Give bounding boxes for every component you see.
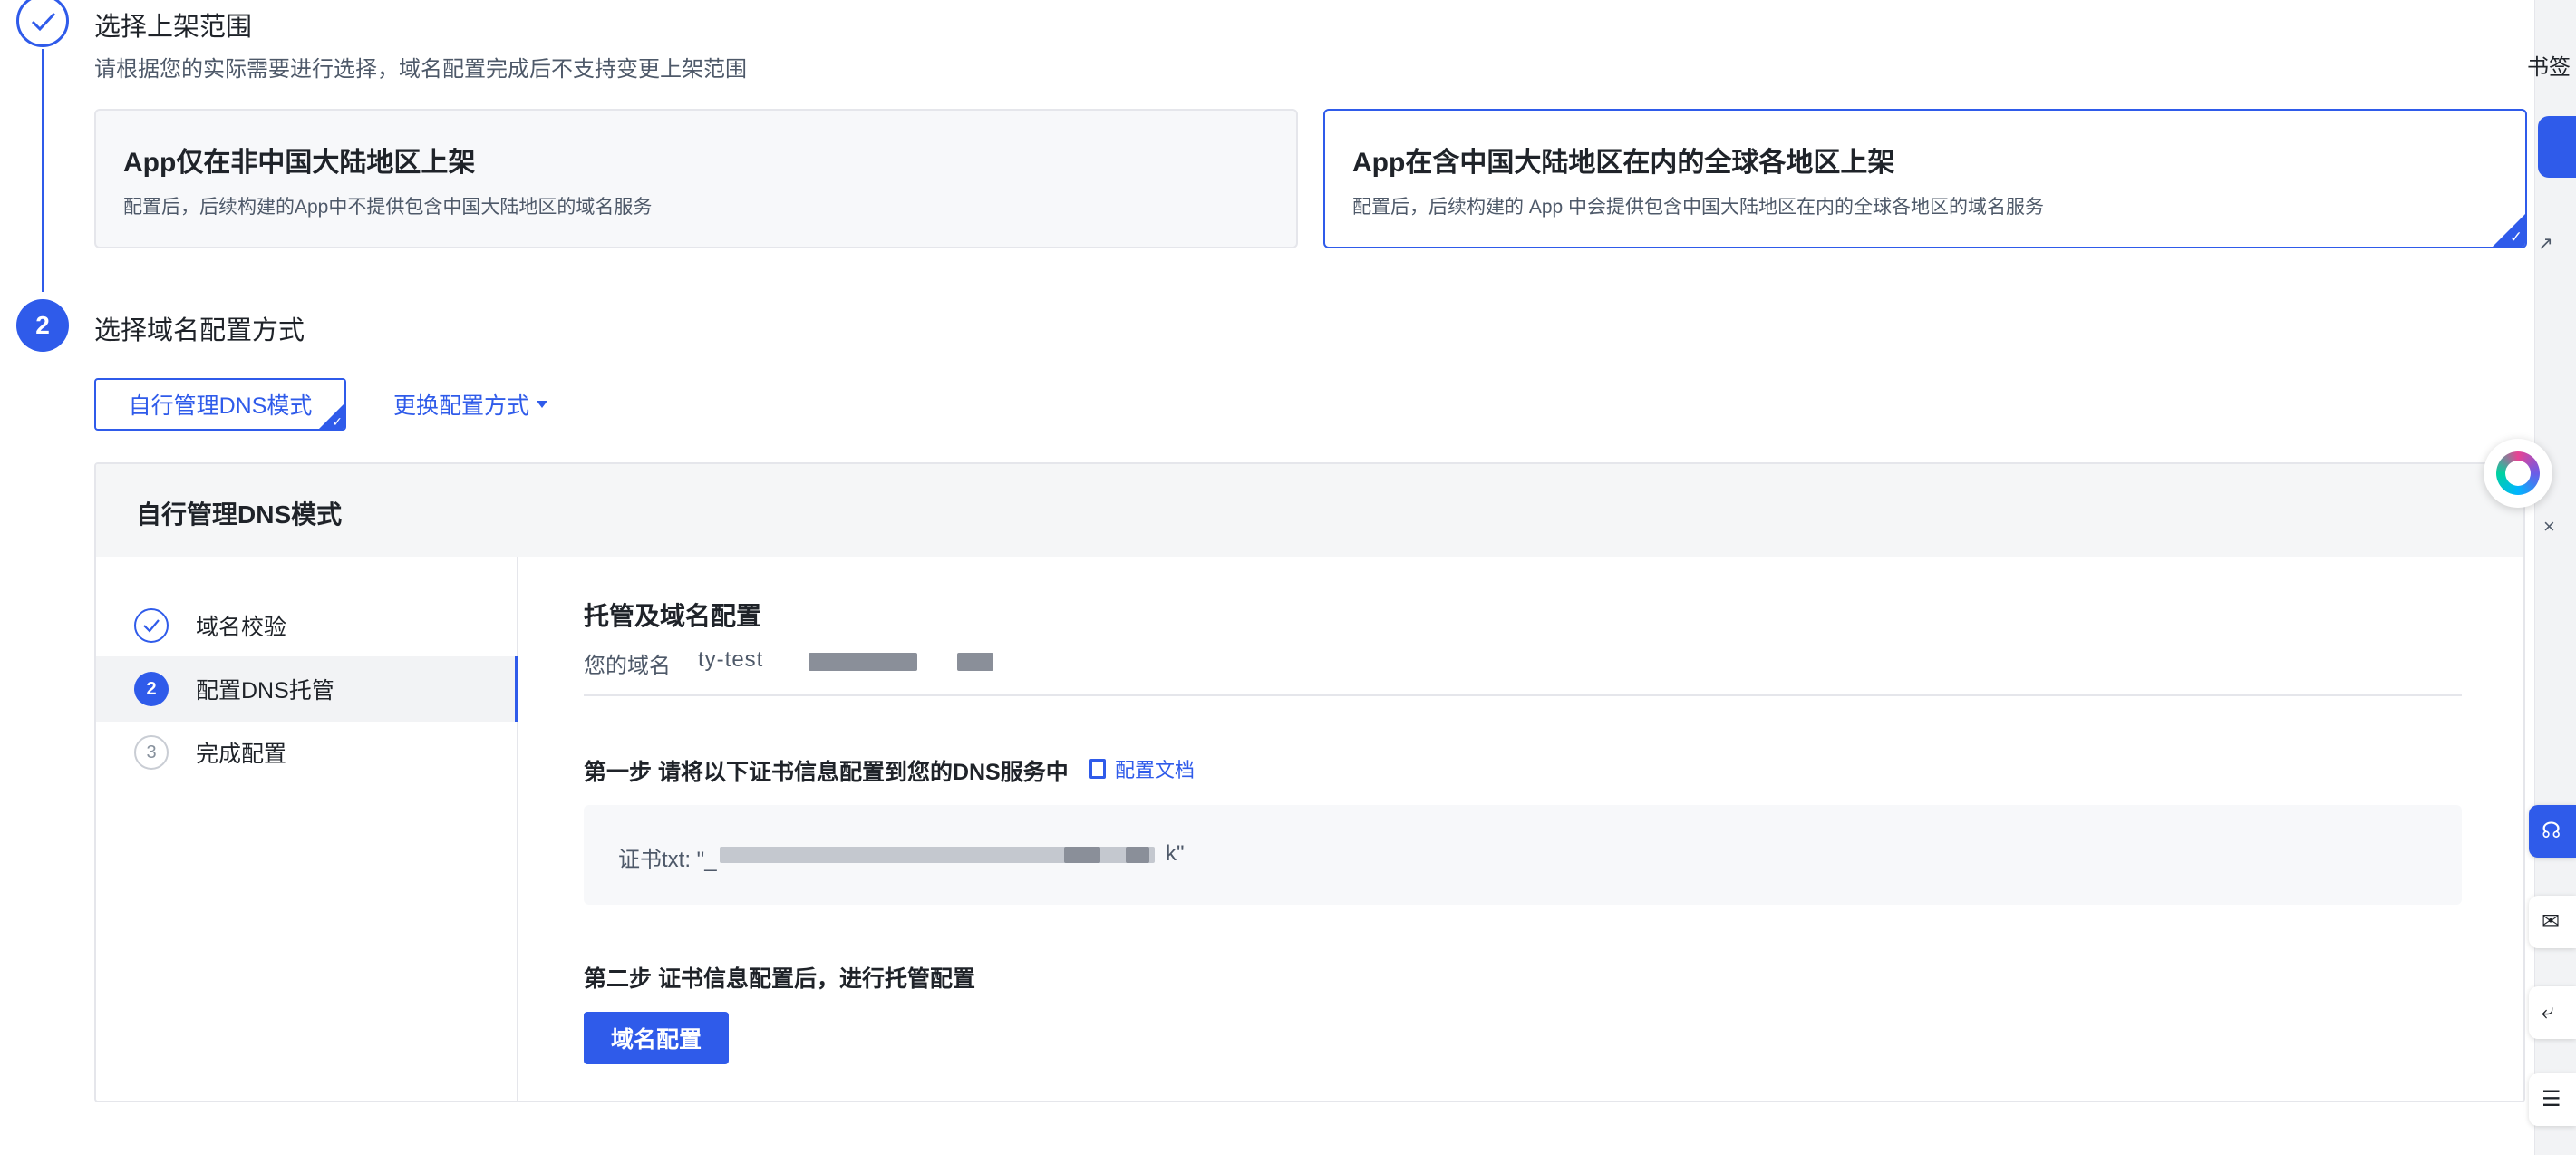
check-icon: ✓ xyxy=(2509,228,2523,246)
switch-config-dropdown[interactable]: 更换配置方式 xyxy=(393,388,548,421)
scope-option-description: 配置后，后续构建的App中不提供包含中国大陆地区的域名服务 xyxy=(123,197,653,218)
caret-down-icon xyxy=(537,401,548,408)
config-doc-label: 配置文档 xyxy=(1115,759,1196,781)
step-one-instruction: 第一步 请将以下证书信息配置到您的DNS服务中 xyxy=(584,760,1069,785)
content-title: 托管及域名配置 xyxy=(584,602,762,630)
step-number-icon: 2 xyxy=(134,672,169,706)
step-two-instruction: 第二步 证书信息配置后，进行托管配置 xyxy=(584,966,975,992)
check-icon xyxy=(31,12,56,32)
panel-header: 自行管理DNS模式 xyxy=(96,464,2523,557)
assistant-icon[interactable] xyxy=(2484,439,2552,508)
divider xyxy=(584,694,2462,696)
sidebar-app-icon[interactable] xyxy=(2538,116,2576,178)
sidebar-item-domain-verify[interactable]: 域名校验 xyxy=(96,593,517,658)
dns-mode-button[interactable]: 自行管理DNS模式 ✓ xyxy=(94,378,346,431)
domain-label: 您的域名 xyxy=(584,654,671,678)
check-icon: ✓ xyxy=(332,414,343,429)
config-doc-link[interactable]: 配置文档 xyxy=(1089,754,1195,783)
menu-icon[interactable]: ☰ xyxy=(2529,1073,2576,1126)
redaction-mask xyxy=(1126,847,1149,863)
sidebar-item-label: 配置DNS托管 xyxy=(196,678,334,704)
chat-icon[interactable]: ✉ xyxy=(2529,896,2576,948)
step-2-indicator: 2 xyxy=(16,299,69,352)
cert-txt-box: 证书txt: "_ k" xyxy=(584,805,2462,905)
step-number-icon: 3 xyxy=(134,735,169,770)
scope-option-title: App仅在非中国大陆地区上架 xyxy=(123,148,476,178)
redaction-mask xyxy=(957,653,993,671)
cert-txt-value: 证书txt: "_ xyxy=(618,848,717,872)
cert-txt-end: k" xyxy=(1166,841,1185,866)
step-2-title: 选择域名配置方式 xyxy=(94,316,305,345)
switch-config-label: 更换配置方式 xyxy=(393,393,530,419)
domain-config-button[interactable]: 域名配置 xyxy=(584,1012,729,1064)
check-circle-icon xyxy=(134,608,169,643)
sidebar-item-dns-hosting[interactable]: 2 配置DNS托管 xyxy=(96,656,518,722)
step-1-title: 选择上架范围 xyxy=(94,13,253,42)
redaction-mask xyxy=(1064,847,1100,863)
scope-option-description: 配置后，后续构建的 App 中会提供包含中国大陆地区在内的全球各地区的域名服务 xyxy=(1352,197,2045,218)
scope-option-title: App在含中国大陆地区在内的全球各地区上架 xyxy=(1352,148,1895,178)
scope-option-global[interactable]: App在含中国大陆地区在内的全球各地区上架 配置后，后续构建的 App 中会提供… xyxy=(1323,109,2527,248)
headset-icon[interactable]: ☊ xyxy=(2529,805,2576,858)
sidebar-item-complete[interactable]: 3 完成配置 xyxy=(96,720,517,785)
document-icon xyxy=(1089,759,1106,779)
domain-value: ty-test xyxy=(698,647,764,672)
redaction-mask xyxy=(809,653,917,671)
reply-icon[interactable]: ⤶ xyxy=(2529,986,2576,1039)
bookmark-label[interactable]: 书签 xyxy=(2527,49,2571,81)
external-link-icon[interactable]: ↗ xyxy=(2538,232,2553,255)
step-1-description: 请根据您的实际需要进行选择，域名配置完成后不支持变更上架范围 xyxy=(94,57,747,82)
step-1-done-icon xyxy=(16,0,69,47)
panel-title: 自行管理DNS模式 xyxy=(136,500,343,529)
active-indicator xyxy=(515,656,518,722)
sidebar-item-label: 域名校验 xyxy=(196,615,287,640)
dns-config-panel: 自行管理DNS模式 域名校验 2 配置DNS托管 3 完成配置 托管及域名配置 … xyxy=(94,462,2525,1102)
dns-mode-label: 自行管理DNS模式 xyxy=(128,393,313,419)
scope-option-overseas[interactable]: App仅在非中国大陆地区上架 配置后，后续构建的App中不提供包含中国大陆地区的… xyxy=(94,109,1298,248)
close-icon[interactable]: × xyxy=(2543,515,2555,539)
panel-steps-sidebar: 域名校验 2 配置DNS托管 3 完成配置 xyxy=(96,557,518,1101)
step-connector xyxy=(42,49,44,292)
sidebar-item-label: 完成配置 xyxy=(196,742,287,767)
